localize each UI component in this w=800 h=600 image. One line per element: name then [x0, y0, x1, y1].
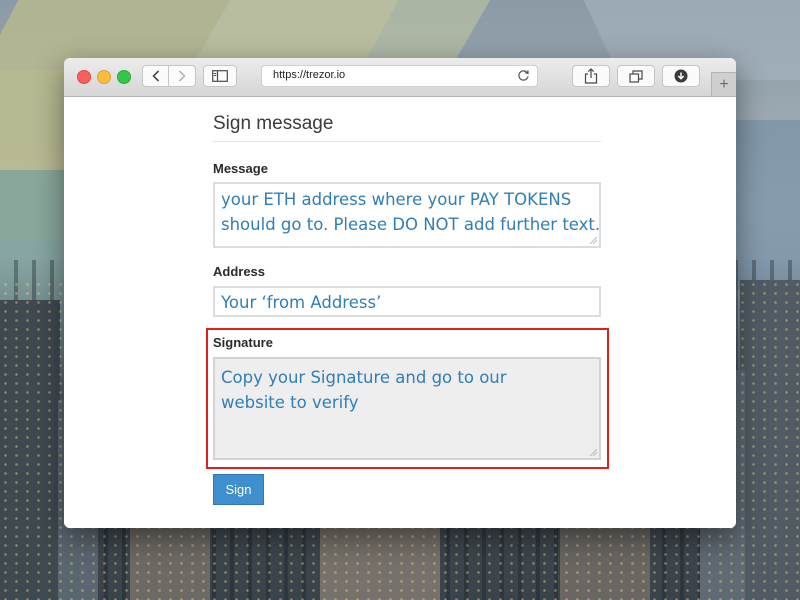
address-label: Address	[213, 264, 266, 279]
message-label: Message	[213, 161, 268, 176]
browser-toolbar: https://trezor.io +	[64, 58, 736, 97]
address-input[interactable]: Your ‘from Address’	[213, 286, 601, 317]
downloads-button[interactable]	[662, 65, 700, 87]
address-bar[interactable]: https://trezor.io	[261, 65, 538, 87]
browser-window: https://trezor.io + Sign message Message…	[64, 58, 736, 528]
tabs-overview-icon	[629, 69, 643, 83]
forward-button[interactable]	[169, 65, 196, 87]
resize-grip-icon[interactable]	[589, 236, 597, 244]
message-line-2: should go to. Please DO NOT add further …	[221, 215, 601, 234]
share-icon	[584, 68, 598, 84]
address-value: Your ‘from Address’	[221, 293, 382, 312]
signature-highlight-box	[206, 328, 609, 469]
sidebar-toggle-button[interactable]	[203, 65, 237, 87]
message-line-1: your ETH address where your PAY TOKENS	[221, 190, 572, 209]
sign-button[interactable]: Sign	[213, 474, 264, 505]
page-title: Sign message	[213, 113, 334, 134]
chevron-left-icon	[151, 70, 159, 82]
title-divider	[213, 141, 601, 142]
close-window-button[interactable]	[77, 70, 91, 84]
chevron-right-icon	[178, 70, 186, 82]
share-button[interactable]	[572, 65, 610, 87]
download-icon	[674, 69, 688, 83]
page-content: Sign message Message your ETH address wh…	[64, 97, 736, 528]
back-button[interactable]	[142, 65, 169, 87]
minimize-window-button[interactable]	[97, 70, 111, 84]
message-textarea[interactable]: your ETH address where your PAY TOKENS s…	[213, 182, 601, 248]
new-tab-button[interactable]: +	[711, 72, 736, 96]
url-text: https://trezor.io	[273, 69, 346, 81]
sidebar-icon	[212, 70, 228, 82]
show-tabs-button[interactable]	[617, 65, 655, 87]
zoom-window-button[interactable]	[117, 70, 131, 84]
reload-icon[interactable]	[517, 69, 530, 82]
